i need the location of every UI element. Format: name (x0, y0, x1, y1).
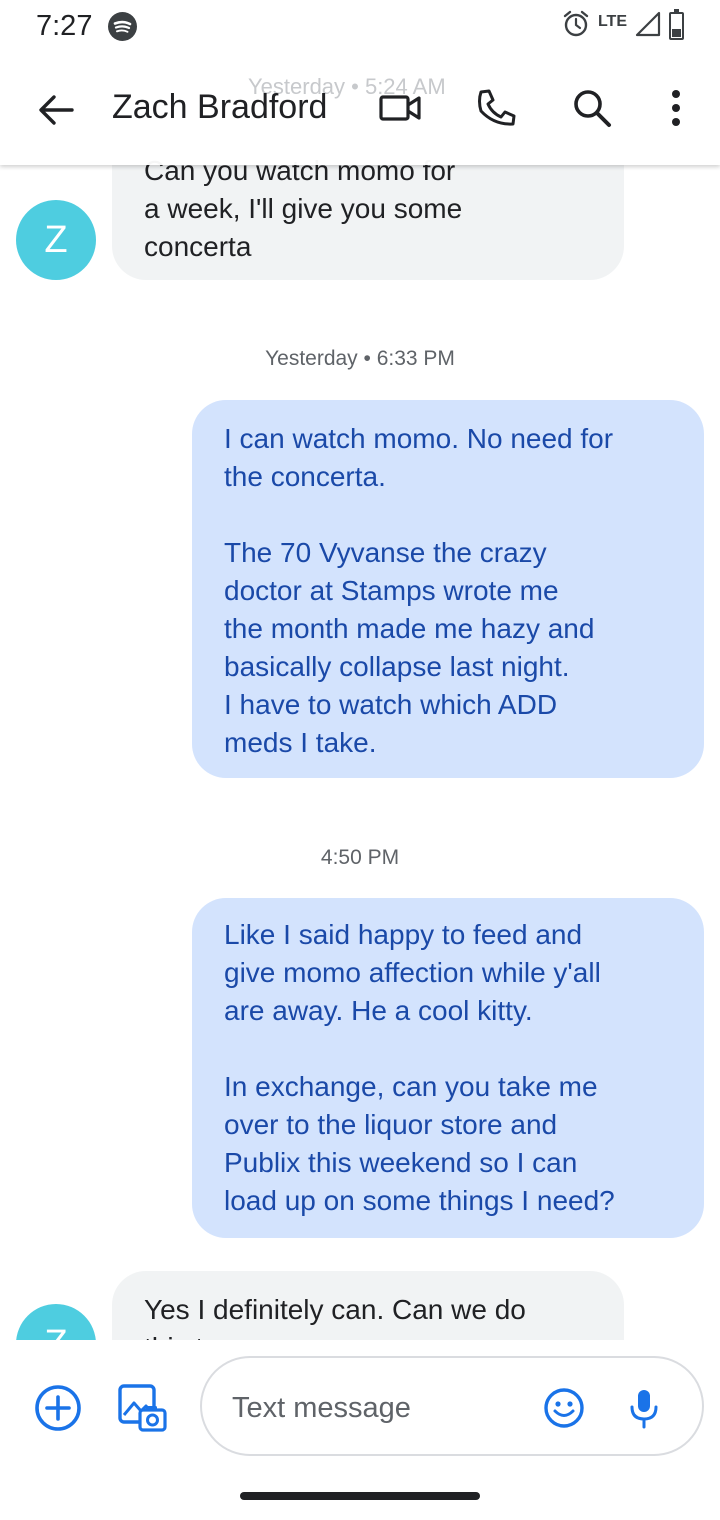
emoji-icon[interactable] (542, 1386, 586, 1430)
status-icons: LTE 33 (562, 9, 684, 43)
back-arrow-icon[interactable] (34, 88, 78, 132)
avatar-letter: Z (44, 218, 68, 261)
gallery-camera-icon[interactable] (116, 1382, 168, 1434)
spotify-icon (108, 12, 137, 41)
network-type: LTE (597, 13, 627, 30)
message-input[interactable] (232, 1388, 522, 1428)
battery-level (672, 29, 681, 37)
contact-avatar[interactable]: Z (16, 200, 96, 280)
signal-icon (635, 11, 661, 42)
message-timestamp: Yesterday • 6:33 PM (265, 347, 455, 370)
contact-avatar[interactable]: Z (16, 1304, 96, 1340)
phone-icon[interactable] (472, 84, 520, 132)
alarm-icon (562, 10, 590, 43)
video-call-icon[interactable] (376, 84, 424, 132)
microphone-icon[interactable] (622, 1386, 666, 1430)
outgoing-message[interactable]: I can watch momo. No need for the concer… (192, 400, 704, 778)
add-icon[interactable] (34, 1384, 82, 1432)
battery-icon: 33 (669, 9, 684, 40)
more-vert-icon[interactable] (652, 84, 700, 132)
status-bar: 7:27 LTE 33 (0, 0, 720, 52)
message-timestamp: 4:50 PM (320, 846, 400, 869)
message-list[interactable]: Z Can you watch momo for a week, I'll gi… (0, 0, 720, 1340)
compose-box[interactable] (200, 1356, 704, 1456)
outgoing-message[interactable]: Like I said happy to feed and give momo … (192, 898, 704, 1238)
incoming-message[interactable]: Yes I definitely can. Can we do this tom… (112, 1271, 624, 1340)
contact-name[interactable]: Zach Bradford (112, 88, 327, 127)
search-icon[interactable] (568, 84, 616, 132)
battery-percent: 33 (672, 21, 681, 30)
navigation-handle[interactable] (240, 1492, 480, 1500)
conversation-toolbar: Yesterday • 5:24 AM Zach Bradford (0, 52, 720, 165)
compose-area (0, 1340, 720, 1520)
avatar-letter: Z (44, 1323, 67, 1341)
status-time: 7:27 (36, 10, 93, 42)
